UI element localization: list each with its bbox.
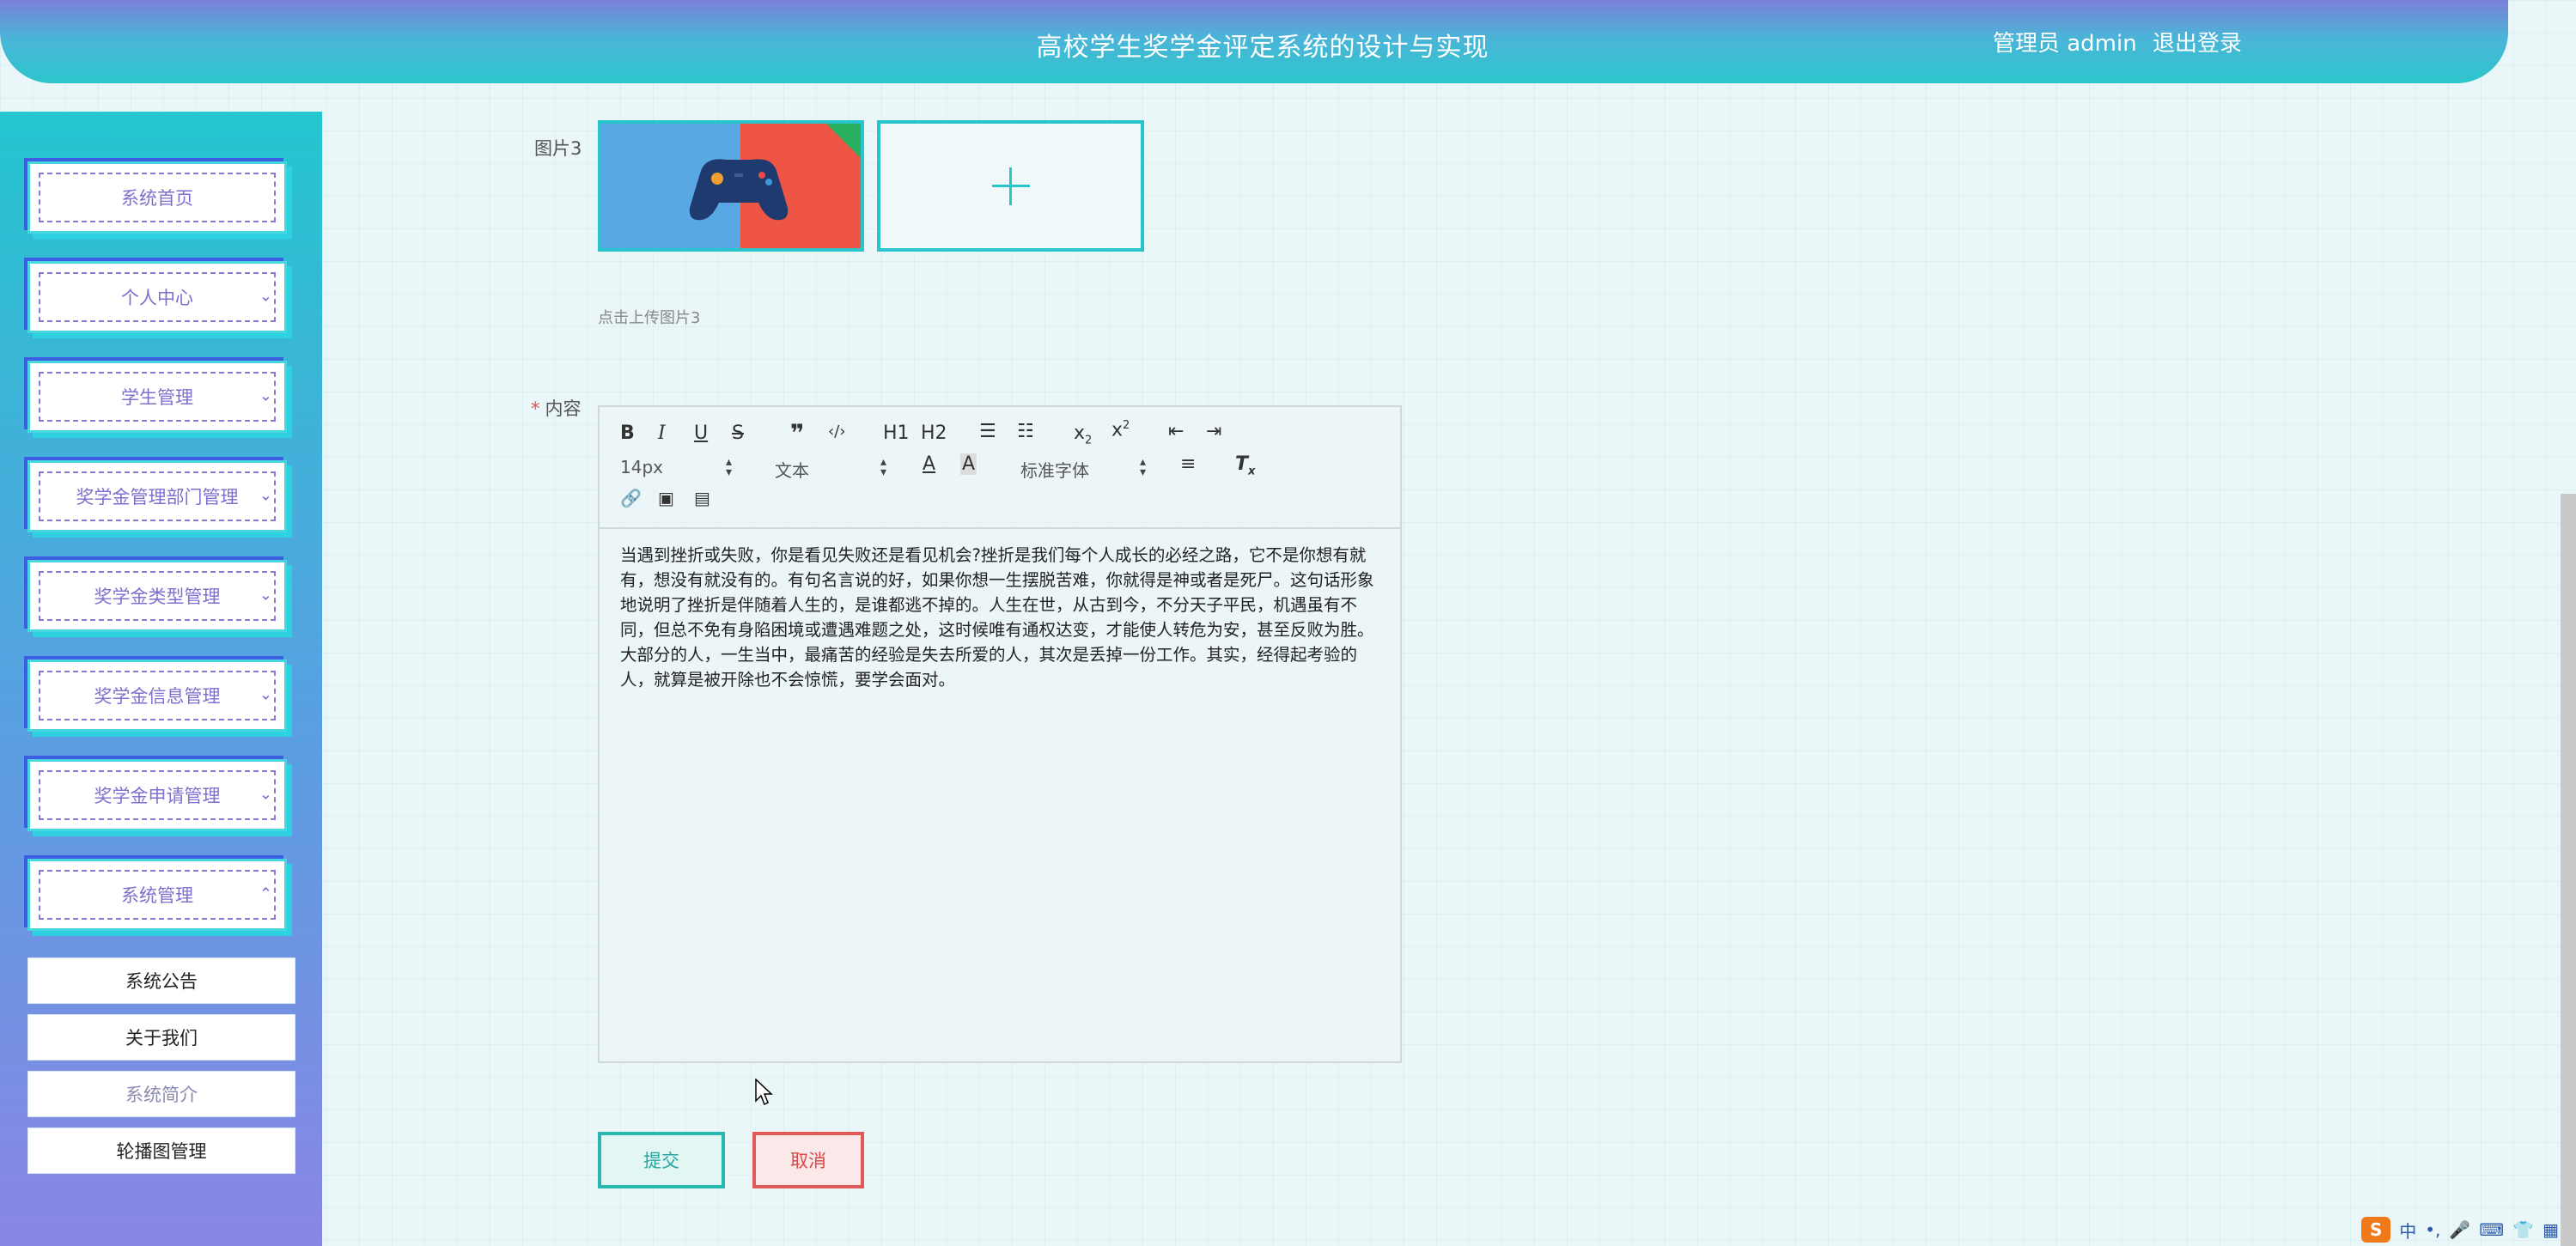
uploaded-image-thumbnail[interactable] (598, 120, 864, 252)
page-scrollbar[interactable] (2561, 494, 2576, 1246)
sidebar-item-scholarship-info-management[interactable]: 奖学金信息管理 ⌄ (27, 659, 287, 732)
sidebar-item-home[interactable]: 系统首页 (27, 161, 287, 234)
submenu-item-label: 系统公告 (125, 971, 198, 992)
bullet-list-icon[interactable]: ☷ (1017, 421, 1034, 442)
image-icon[interactable]: ▣ (658, 488, 674, 508)
image3-label: 图片3 (534, 138, 582, 159)
code-block-icon[interactable]: ‹/› (828, 422, 845, 441)
sidebar-item-student-management[interactable]: 学生管理 ⌄ (27, 361, 287, 433)
font-family-value: 标准字体 (1020, 460, 1089, 481)
ime-mode[interactable]: 中 (2399, 1218, 2416, 1243)
gamepad-icon (689, 159, 789, 221)
user-area: 管理员 admin 退出登录 (1984, 26, 2242, 58)
link-icon[interactable]: 🔗 (620, 488, 642, 508)
sidebar-item-label: 系统管理 (121, 885, 193, 906)
submit-button[interactable]: 提交 (598, 1132, 725, 1188)
editor-content[interactable]: 当遇到挫折或失败，你是看见失败还是看见机会?挫折是我们每个人成长的必经之路，它不… (620, 543, 1379, 692)
sidebar-item-department-management[interactable]: 奖学金管理部门管理 ⌄ (27, 460, 287, 532)
clear-format-icon[interactable]: Tx (1235, 453, 1255, 477)
chevron-down-icon: ⌄ (259, 287, 272, 306)
bold-icon[interactable]: B (620, 422, 635, 444)
logout-link[interactable]: 退出登录 (2153, 31, 2242, 57)
chevron-down-icon: ⌄ (259, 586, 272, 605)
grid-menu-icon[interactable]: ▦ (2543, 1219, 2559, 1240)
submenu-item-label: 关于我们 (125, 1028, 198, 1048)
sidebar-item-system-management[interactable]: 系统管理 ⌃ (27, 859, 287, 931)
plus-icon (991, 167, 1030, 205)
keyboard-icon[interactable]: ⌨ (2479, 1219, 2504, 1240)
editor-toolbar: B I U S ❞ ‹/› H1 H2 ☰ ☷ x2 x2 ⇤ ⇥ 14px ▴… (600, 407, 1400, 529)
superscript-icon[interactable]: x2 (1111, 419, 1130, 441)
block-type-select[interactable]: 文本 ▴ ▾ (775, 455, 886, 482)
submenu-item-system-intro[interactable]: 系统简介 (27, 1071, 295, 1117)
video-icon[interactable]: ▤ (694, 488, 710, 508)
content-label: * 内容 (531, 395, 582, 421)
submenu-item-label: 轮播图管理 (116, 1141, 207, 1162)
font-size-select[interactable]: 14px ▴ ▾ (620, 455, 732, 479)
select-arrows-icon: ▴ ▾ (880, 455, 886, 479)
sidebar: 系统首页 个人中心 ⌄ 学生管理 ⌄ 奖学金管理部门管理 ⌄ 奖学金类型管理 ⌄… (0, 112, 322, 1246)
strikethrough-icon[interactable]: S (732, 422, 744, 444)
chevron-up-icon: ⌃ (259, 884, 272, 903)
sidebar-item-label: 个人中心 (121, 288, 193, 308)
align-icon[interactable]: ≡ (1180, 453, 1196, 475)
chevron-down-icon: ⌄ (259, 785, 272, 804)
outdent-icon[interactable]: ⇤ (1168, 421, 1184, 442)
chevron-down-icon: ⌄ (259, 386, 272, 405)
mouse-cursor-icon (755, 1079, 773, 1106)
font-size-value: 14px (620, 457, 663, 477)
sidebar-item-label: 奖学金申请管理 (94, 786, 221, 806)
italic-icon[interactable]: I (658, 422, 666, 444)
top-header: 高校学生奖学金评定系统的设计与实现 管理员 admin 退出登录 (0, 0, 2508, 83)
chevron-down-icon: ⌄ (259, 486, 272, 505)
submenu-item-carousel-management[interactable]: 轮播图管理 (27, 1127, 295, 1174)
sidebar-item-label: 系统首页 (121, 188, 193, 209)
image-upload-button[interactable] (877, 120, 1144, 252)
current-user: 管理员 admin (1992, 31, 2137, 57)
sidebar-item-personal-center[interactable]: 个人中心 ⌄ (27, 261, 287, 333)
punctuation-icon[interactable]: •, (2425, 1219, 2440, 1240)
background-color-icon[interactable]: A (960, 453, 977, 475)
select-arrows-icon: ▴ ▾ (725, 455, 732, 479)
ime-toolbar[interactable]: S 中 •, 🎤 ⌨ 👕 ▦ (2361, 1217, 2559, 1243)
blockquote-icon[interactable]: ❞ (790, 419, 804, 447)
required-mark: * (531, 398, 540, 419)
sidebar-item-label: 奖学金信息管理 (94, 686, 221, 707)
content-label-text: 内容 (545, 398, 582, 419)
sidebar-item-label: 学生管理 (121, 387, 193, 408)
sidebar-item-label: 奖学金类型管理 (94, 587, 221, 607)
select-arrows-icon: ▴ ▾ (1139, 455, 1146, 479)
indent-icon[interactable]: ⇥ (1206, 421, 1221, 442)
sidebar-item-scholarship-type-management[interactable]: 奖学金类型管理 ⌄ (27, 560, 287, 632)
header-1-button[interactable]: H1 (883, 422, 910, 444)
submenu-item-label: 系统简介 (125, 1085, 198, 1105)
underline-icon[interactable]: U (694, 422, 708, 444)
sidebar-item-scholarship-application-management[interactable]: 奖学金申请管理 ⌄ (27, 759, 287, 831)
text-color-icon[interactable]: A (923, 453, 935, 475)
rich-text-editor: B I U S ❞ ‹/› H1 H2 ☰ ☷ x2 x2 ⇤ ⇥ 14px ▴… (598, 405, 1402, 1063)
block-type-value: 文本 (775, 460, 809, 481)
microphone-icon[interactable]: 🎤 (2449, 1219, 2470, 1240)
submenu-item-about-us[interactable]: 关于我们 (27, 1014, 295, 1061)
header-2-button[interactable]: H2 (921, 422, 947, 444)
sidebar-item-label: 奖学金管理部门管理 (76, 487, 239, 508)
subscript-icon[interactable]: x2 (1074, 422, 1092, 447)
skin-icon[interactable]: 👕 (2512, 1219, 2534, 1240)
cancel-button[interactable]: 取消 (752, 1132, 864, 1188)
submenu-item-announcement[interactable]: 系统公告 (27, 957, 295, 1004)
upload-hint: 点击上传图片3 (598, 309, 701, 327)
chevron-down-icon: ⌄ (259, 685, 272, 704)
sogou-logo-icon: S (2361, 1217, 2391, 1243)
font-family-select[interactable]: 标准字体 ▴ ▾ (1020, 455, 1146, 482)
ordered-list-icon[interactable]: ☰ (979, 421, 996, 442)
